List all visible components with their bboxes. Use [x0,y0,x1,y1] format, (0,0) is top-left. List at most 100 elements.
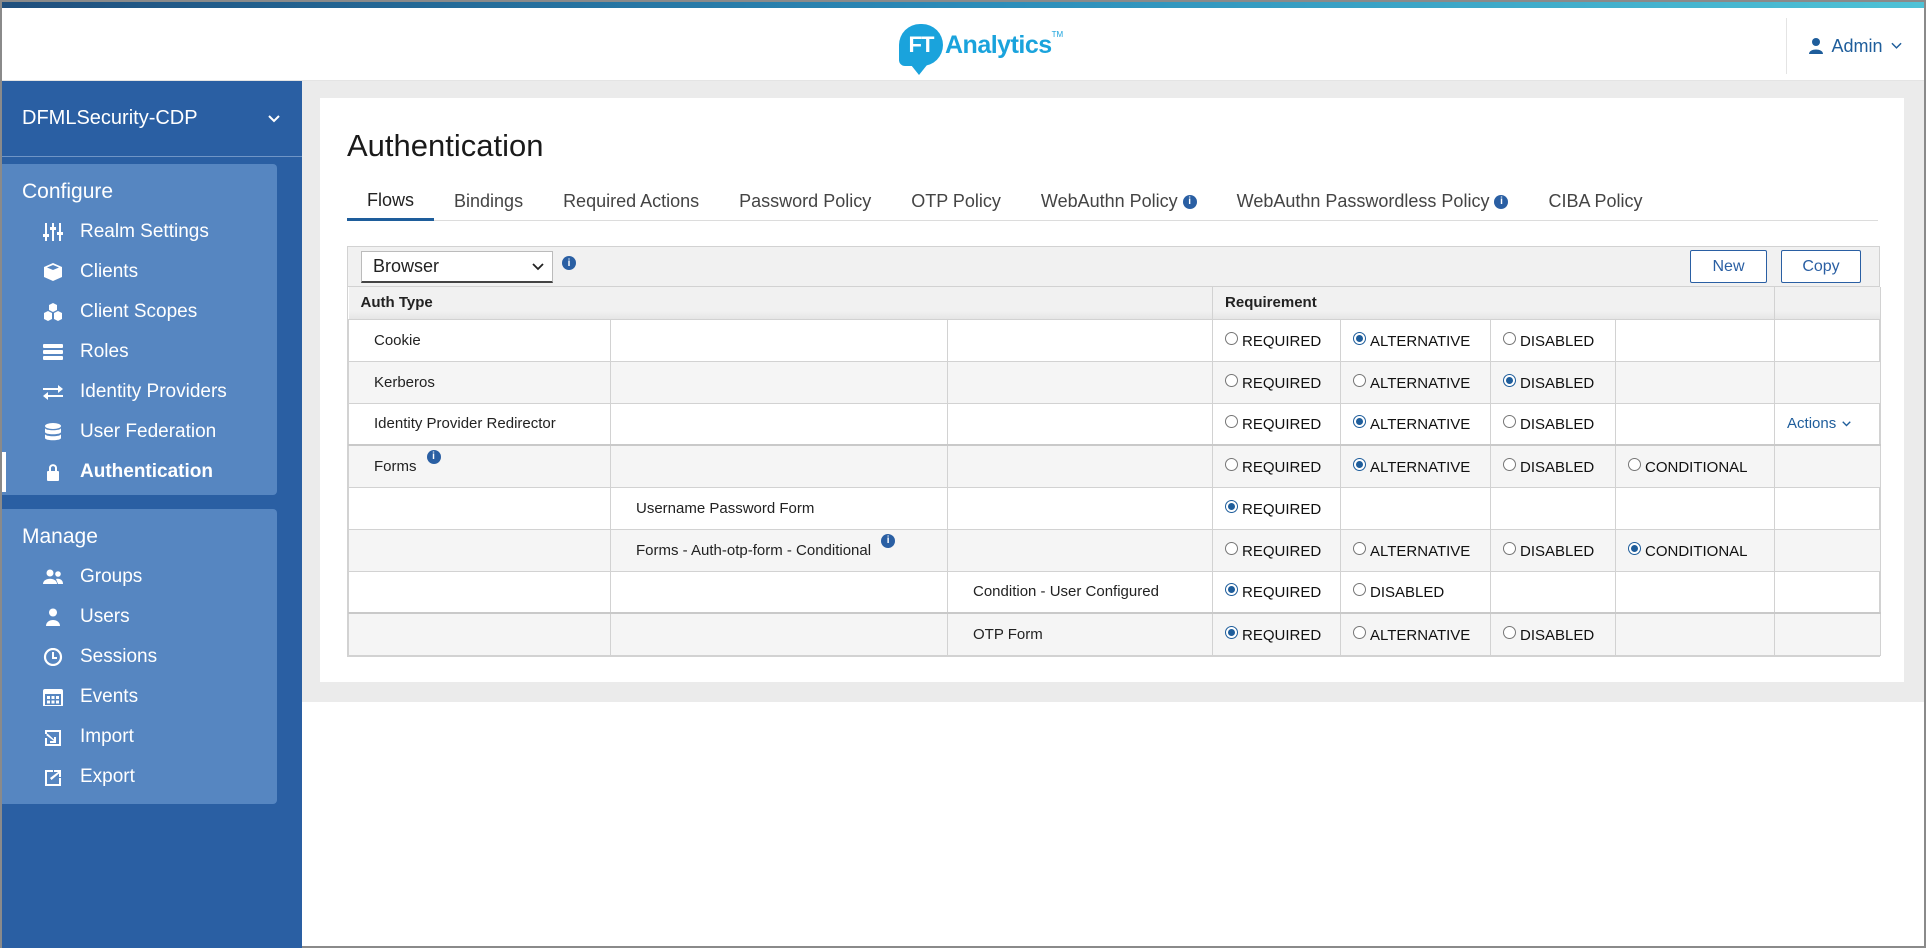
user-menu[interactable]: Admin [1786,18,1924,74]
radio-circle[interactable] [1503,331,1517,345]
requirement-radio-disabled[interactable]: DISABLED [1503,541,1594,560]
tab-bindings[interactable]: Bindings [434,182,543,221]
realm-selector[interactable]: DFMLSecurity-CDP [2,81,302,157]
execution-name: Username Password Form [636,499,815,517]
actions-cell [1774,570,1882,614]
requirement-radio-disabled[interactable]: DISABLED [1503,457,1594,476]
sidebar-item-roles[interactable]: Roles [2,332,277,372]
requirement-radio-disabled[interactable]: DISABLED [1503,415,1594,433]
radio-circle[interactable] [1628,457,1642,471]
tab-password-policy[interactable]: Password Policy [719,182,891,221]
tab-ciba-policy[interactable]: CIBA Policy [1528,182,1662,221]
actions-dropdown[interactable]: Actions [1787,415,1851,432]
requirement-cell: DISABLED [1490,360,1617,404]
sidebar-item-user-federation[interactable]: User Federation [2,412,277,452]
sidebar-item-export[interactable]: Export [2,757,277,797]
requirement-radio-alternative[interactable]: ALTERNATIVE [1353,331,1470,350]
sidebar-item-sessions[interactable]: Sessions [2,637,277,677]
execution-name: Identity Provider Redirector [374,415,556,433]
radio-circle[interactable] [1503,457,1517,471]
requirement-radio-conditional[interactable]: CONDITIONAL [1628,457,1748,476]
requirement-radio-required[interactable]: REQUIRED [1225,457,1321,476]
table-row: Identity Provider Redirector REQUIRED ALTE… [348,402,1882,446]
requirement-cell: REQUIRED [1212,528,1342,572]
actions-cell: Actions [1774,402,1882,446]
sidebar-item-import[interactable]: Import [2,717,277,757]
column-header-requirement: Requirement [1212,287,1776,319]
radio-circle[interactable] [1225,625,1239,639]
auth-type-cell: Formsi [348,444,611,488]
radio-circle[interactable] [1353,541,1367,555]
requirement-radio-disabled[interactable]: DISABLED [1503,625,1594,644]
tab-flows[interactable]: Flows [347,182,435,221]
radio-circle[interactable] [1503,373,1517,387]
radio-circle[interactable] [1503,541,1517,555]
radio-circle[interactable] [1628,541,1642,555]
requirement-radio-alternative[interactable]: ALTERNATIVE [1353,541,1470,560]
requirement-radio-alternative[interactable]: ALTERNATIVE [1353,373,1471,392]
radio-circle[interactable] [1225,457,1239,471]
table-row: OTP Form REQUIRED ALTERNATIVE DISABLED [348,612,1882,656]
requirement-radio-alternative[interactable]: ALTERNATIVE [1353,625,1470,644]
radio-circle[interactable] [1353,625,1367,639]
requirement-radio-alternative[interactable]: ALTERNATIVE [1353,415,1470,433]
requirement-radio-conditional[interactable]: CONDITIONAL [1628,541,1748,560]
manage-section: Manage Groups Users Sessions Events Impo… [2,509,277,804]
radio-circle[interactable] [1225,499,1239,513]
sidebar-item-clients[interactable]: Clients [2,252,277,292]
auth-type-cell [610,402,948,446]
sidebar-item-groups[interactable]: Groups [2,557,277,597]
table-row: Username Password Form REQUIRED [348,486,1882,530]
requirement-radio-required[interactable]: REQUIRED [1225,541,1322,560]
info-icon: i [426,449,441,464]
requirement-cell: ALTERNATIVE [1340,402,1492,446]
radio-circle[interactable] [1353,331,1367,345]
radio-circle[interactable] [1225,331,1239,345]
sidebar-item-users[interactable]: Users [2,597,277,637]
radio-circle[interactable] [1225,583,1239,597]
configure-title: Configure [22,180,114,203]
requirement-radio-alternative[interactable]: ALTERNATIVE [1353,457,1470,476]
requirement-radio-required[interactable]: REQUIRED [1225,331,1321,350]
radio-circle[interactable] [1353,583,1367,597]
sidebar-item-realm-settings[interactable]: Realm Settings [2,212,277,252]
requirement-radio-required[interactable]: REQUIRED [1225,625,1321,644]
flow-select[interactable]: Browser [361,251,553,283]
sidebar-item-client-scopes[interactable]: Client Scopes [2,292,277,332]
requirement-radio-required[interactable]: REQUIRED [1225,415,1321,433]
requirement-radio-disabled[interactable]: DISABLED [1353,583,1444,601]
requirement-cell [1615,318,1776,362]
radio-circle[interactable] [1353,415,1367,429]
requirement-cell [1615,570,1776,614]
sidebar-item-label: Groups [80,566,143,587]
radio-label: REQUIRED [1242,542,1322,560]
requirement-radio-required[interactable]: REQUIRED [1225,499,1321,518]
auth-type-cell [946,402,1214,446]
copy-button[interactable]: Copy [1781,250,1861,283]
sidebar-item-events[interactable]: Events [2,677,277,717]
tab-required-actions[interactable]: Required Actions [543,182,719,221]
radio-label: ALTERNATIVE [1370,374,1471,392]
new-button[interactable]: New [1690,250,1767,283]
tab-webauthn-policy[interactable]: WebAuthn Policy i [1021,182,1217,221]
sidebar-item-authentication[interactable]: Authentication [2,452,277,492]
requirement-radio-disabled[interactable]: DISABLED [1503,331,1594,350]
radio-label: REQUIRED [1242,374,1322,392]
radio-circle[interactable] [1225,415,1239,429]
requirement-cell [1490,486,1617,530]
radio-circle[interactable] [1353,373,1367,387]
requirement-radio-disabled[interactable]: DISABLED [1503,373,1594,392]
radio-circle[interactable] [1225,373,1239,387]
sidebar-item-identity-providers[interactable]: Identity Providers [2,372,277,412]
requirement-radio-required[interactable]: REQUIRED [1225,583,1321,601]
sidebar-item-label: Users [80,606,130,627]
radio-circle[interactable] [1503,625,1517,639]
tab-otp-policy[interactable]: OTP Policy [891,182,1021,221]
radio-circle[interactable] [1225,541,1239,555]
requirement-radio-required[interactable]: REQUIRED [1225,373,1322,392]
radio-circle[interactable] [1503,415,1517,429]
tab-webauthn-passwordless-policy[interactable]: WebAuthn Passwordless Policy i [1217,182,1529,221]
radio-circle[interactable] [1353,457,1367,471]
requirement-cell [1615,612,1776,656]
content-card: Authentication Flows Bindings Required A… [320,98,1904,682]
